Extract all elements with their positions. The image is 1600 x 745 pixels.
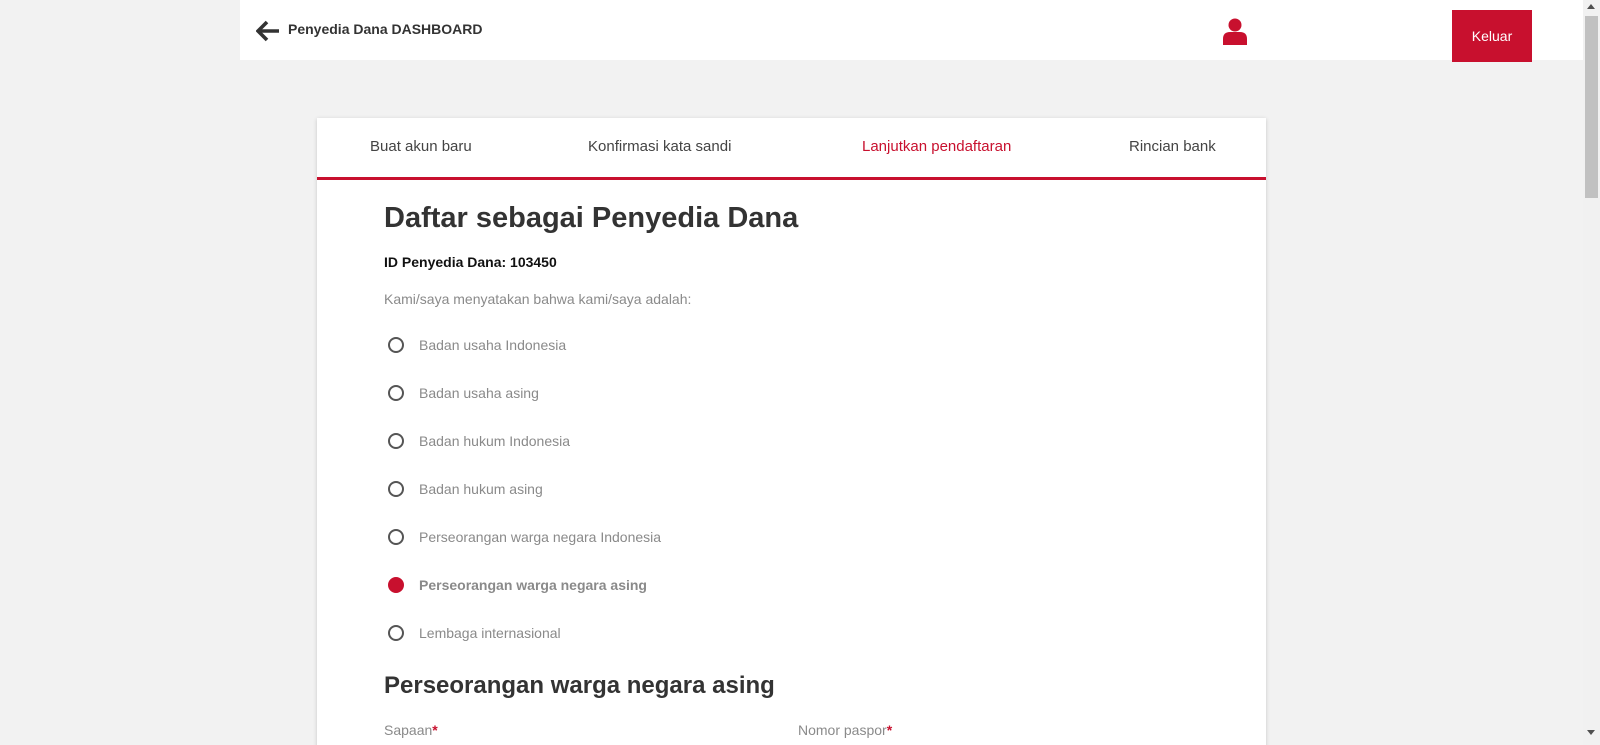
section-title: Perseorangan warga negara asing [384, 672, 775, 699]
page-scrollbar[interactable] [1583, 0, 1600, 745]
radio-label: Badan usaha Indonesia [419, 337, 567, 353]
radio-option[interactable]: Badan hukum Indonesia [384, 421, 784, 469]
radio-label: Badan hukum asing [419, 481, 543, 497]
scroll-down-icon[interactable] [1587, 730, 1595, 735]
radio-option[interactable]: Badan usaha asing [384, 373, 784, 421]
radio-button[interactable] [388, 529, 404, 545]
radio-label: Badan hukum Indonesia [419, 433, 570, 449]
tab-bank-details[interactable]: Rincian bank [1129, 138, 1216, 155]
radio-button[interactable] [388, 385, 404, 401]
logout-button[interactable]: Keluar [1452, 10, 1532, 62]
statement-text: Kami/saya menyatakan bahwa kami/saya ada… [384, 291, 692, 307]
radio-option[interactable]: Lembaga internasional [384, 613, 784, 661]
tab-create-account[interactable]: Buat akun baru [370, 138, 472, 155]
required-mark: * [432, 722, 438, 738]
radio-label: Perseorangan warga negara asing [419, 577, 647, 593]
arrow-left-icon[interactable] [255, 19, 280, 43]
entity-type-radio-group: Badan usaha Indonesia Badan usaha asing … [384, 325, 784, 661]
field-label-text: Nomor paspor [798, 722, 887, 738]
radio-button[interactable] [388, 433, 404, 449]
radio-button[interactable] [388, 481, 404, 497]
radio-label: Lembaga internasional [419, 625, 561, 641]
radio-label: Perseorangan warga negara Indonesia [419, 529, 662, 545]
registration-card: Buat akun baru Konfirmasi kata sandi Lan… [317, 118, 1266, 745]
app-title: Penyedia Dana DASHBOARD [288, 21, 483, 37]
radio-option[interactable]: Badan hukum asing [384, 469, 784, 517]
field-label-text: Sapaan [384, 722, 433, 738]
required-mark: * [886, 722, 893, 738]
tab-confirm-password[interactable]: Konfirmasi kata sandi [588, 138, 731, 155]
provider-id: ID Penyedia Dana: 103450 [384, 254, 557, 270]
passport-number-label: Nomor paspor* [798, 722, 892, 738]
radio-option[interactable]: Perseorangan warga negara Indonesia [384, 517, 784, 565]
scroll-thumb[interactable] [1585, 16, 1598, 198]
radio-option[interactable]: Badan usaha Indonesia [384, 325, 784, 373]
page-title: Daftar sebagai Penyedia Dana [384, 202, 799, 234]
radio-option-selected[interactable]: Perseorangan warga negara asing [384, 565, 784, 613]
top-bar: Penyedia Dana DASHBOARD Keluar [240, 0, 1583, 62]
radio-button[interactable] [388, 625, 404, 641]
radio-label: Badan usaha asing [419, 385, 539, 401]
radio-button[interactable] [388, 337, 404, 353]
step-tabs: Buat akun baru Konfirmasi kata sandi Lan… [317, 118, 1266, 180]
tab-continue-registration[interactable]: Lanjutkan pendaftaran [862, 138, 1011, 155]
scroll-up-icon[interactable] [1587, 4, 1595, 9]
user-icon[interactable] [1222, 18, 1248, 46]
salutation-label: Sapaan* [384, 722, 438, 738]
radio-button[interactable] [388, 577, 404, 593]
